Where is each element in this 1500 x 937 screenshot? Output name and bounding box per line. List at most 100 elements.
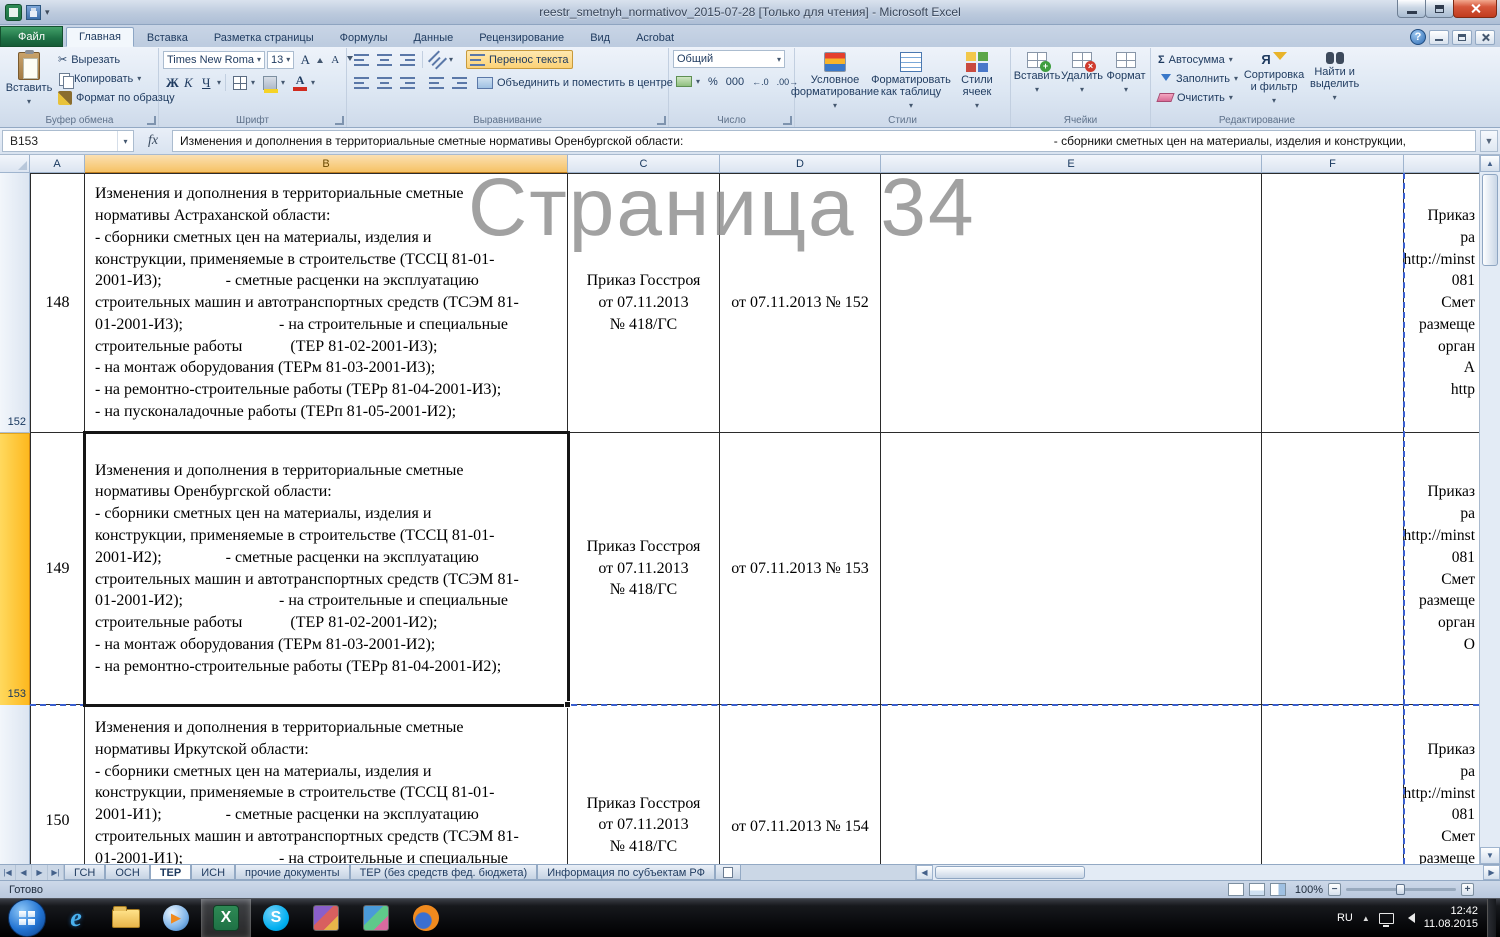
cell-f-150[interactable] xyxy=(1262,705,1404,864)
zoom-level[interactable]: 100% xyxy=(1291,884,1323,896)
sort-filter-button[interactable]: Я Сортировка и фильтр ▾ xyxy=(1243,50,1305,109)
tab-data[interactable]: Данные xyxy=(400,28,466,47)
show-hidden-icons-icon[interactable]: ▲ xyxy=(1362,914,1370,923)
accounting-format-button[interactable]: ▾ xyxy=(673,72,703,91)
cell-a-149[interactable]: 149 xyxy=(30,433,85,705)
select-all-corner[interactable] xyxy=(0,155,30,173)
cell-g-149[interactable]: Приказ ра http://minst 081 Смет размеще … xyxy=(1404,433,1479,705)
vertical-scrollbar[interactable]: ▲ ▼ xyxy=(1479,155,1500,864)
cell-styles-button[interactable]: Стили ячеек ▾ xyxy=(951,50,1003,114)
tab-formulas[interactable]: Формулы xyxy=(327,28,401,47)
last-sheet-button[interactable]: ▶| xyxy=(48,865,64,880)
number-format-combo[interactable]: Общий ▾ xyxy=(673,50,785,68)
workbook-minimize-button[interactable] xyxy=(1429,30,1449,45)
taskbar-media-player-button[interactable]: ▶ xyxy=(151,899,201,937)
cell-f-149[interactable] xyxy=(1262,433,1404,705)
sheet-tab-region-info[interactable]: Информация по субъектам РФ xyxy=(537,865,715,880)
workbook-restore-button[interactable] xyxy=(1452,30,1472,45)
find-select-button[interactable]: Найти и выделить ▾ xyxy=(1307,50,1362,106)
column-header-c[interactable]: C xyxy=(568,155,720,173)
tab-review[interactable]: Рецензирование xyxy=(466,28,577,47)
normal-view-button[interactable] xyxy=(1228,883,1244,896)
qat-dropdown-icon[interactable]: ▾ xyxy=(45,7,50,18)
zoom-slider[interactable] xyxy=(1346,888,1456,891)
row-header-selected[interactable] xyxy=(0,433,30,705)
sheet-tab-osn[interactable]: ОСН xyxy=(105,865,149,880)
fill-color-button[interactable]: ▾ xyxy=(260,73,288,92)
taskbar-skype-button[interactable]: S xyxy=(251,899,301,937)
autosum-button[interactable]: Σ Автосумма ▾ xyxy=(1155,50,1241,69)
scroll-down-icon[interactable]: ▼ xyxy=(1480,847,1500,864)
chevron-down-icon[interactable]: ▾ xyxy=(217,78,221,87)
taskbar-excel-button[interactable]: X xyxy=(201,899,251,937)
prev-sheet-button[interactable]: ◀ xyxy=(16,865,32,880)
scroll-right-icon[interactable]: ▶ xyxy=(1483,865,1500,880)
taskbar-clock[interactable]: 12:42 11.08.2015 xyxy=(1424,905,1478,931)
tab-insert[interactable]: Вставка xyxy=(134,28,201,47)
zoom-slider-thumb[interactable] xyxy=(1396,884,1405,895)
font-size-combo[interactable]: 13 ▾ xyxy=(267,51,294,69)
taskbar-firefox-button[interactable] xyxy=(401,899,451,937)
first-sheet-button[interactable]: |◀ xyxy=(0,865,16,880)
align-center-button[interactable] xyxy=(374,73,395,92)
show-desktop-button[interactable] xyxy=(1487,899,1496,937)
taskbar-explorer-button[interactable] xyxy=(101,899,151,937)
column-header-g[interactable] xyxy=(1404,155,1479,173)
italic-button[interactable]: К xyxy=(181,73,197,92)
tab-page-layout[interactable]: Разметка страницы xyxy=(201,28,327,47)
bold-button[interactable]: Ж xyxy=(163,73,179,92)
increase-indent-button[interactable] xyxy=(449,73,470,92)
align-bottom-button[interactable] xyxy=(397,50,418,69)
cell-e-148[interactable] xyxy=(881,173,1262,433)
name-box[interactable]: B153 ▾ xyxy=(2,130,134,152)
dialog-launcher-icon[interactable] xyxy=(657,116,666,125)
underline-button[interactable]: Ч xyxy=(199,73,215,92)
column-header-d[interactable]: D xyxy=(720,155,881,173)
workbook-close-button[interactable] xyxy=(1475,30,1495,45)
next-sheet-button[interactable]: ▶ xyxy=(32,865,48,880)
fill-button[interactable]: Заполнить ▾ xyxy=(1155,69,1241,88)
paste-button[interactable]: Вставить ▾ xyxy=(5,50,53,110)
insert-function-button[interactable]: fx xyxy=(138,130,168,152)
cell-c-150[interactable]: Приказ Госстроя от 07.11.2013 № 418/ГС xyxy=(568,705,720,864)
page-break-view-button[interactable] xyxy=(1270,883,1286,896)
dialog-launcher-icon[interactable] xyxy=(783,116,792,125)
cell-g-148[interactable]: Приказ ра http://minst 081 Смет размеще … xyxy=(1404,173,1479,433)
sheet-tab-ter[interactable]: ТЕР xyxy=(150,865,191,880)
dialog-launcher-icon[interactable] xyxy=(147,116,156,125)
sheet-tab-other-docs[interactable]: прочие документы xyxy=(235,865,350,880)
column-header-e[interactable]: E xyxy=(881,155,1262,173)
cell-a-148[interactable]: 148 xyxy=(30,173,85,433)
cell-a-150[interactable]: 150 xyxy=(30,705,85,864)
sheet-tab-ter-no-fed[interactable]: ТЕР (без средств фед. бюджета) xyxy=(350,865,538,880)
insert-worksheet-button[interactable] xyxy=(715,865,741,880)
formula-input[interactable]: Изменения и дополнения в территориальные… xyxy=(172,130,1476,152)
cell-b-148[interactable]: Изменения и дополнения в территориальные… xyxy=(85,173,568,433)
format-as-table-button[interactable]: Форматировать как таблицу ▾ xyxy=(873,50,949,114)
row-header-152[interactable]: 152 xyxy=(0,416,26,428)
align-top-button[interactable] xyxy=(351,50,372,69)
language-indicator[interactable]: RU xyxy=(1337,912,1353,924)
cell-b-150[interactable]: Изменения и дополнения в территориальные… xyxy=(85,705,568,864)
font-name-combo[interactable]: Times New Roma ▾ xyxy=(163,51,265,69)
wrap-text-button[interactable]: Перенос текста xyxy=(466,50,573,69)
column-header-b[interactable]: B xyxy=(85,155,568,173)
minimize-button[interactable] xyxy=(1397,0,1426,18)
vertical-scroll-thumb[interactable] xyxy=(1482,174,1498,266)
scroll-up-icon[interactable]: ▲ xyxy=(1480,155,1500,172)
cell-g-150[interactable]: Приказ ра http://minst 081 Смет размеще xyxy=(1404,705,1479,864)
volume-tray-icon[interactable] xyxy=(1403,913,1415,923)
tab-file[interactable]: Файл xyxy=(0,26,63,47)
merge-center-button[interactable]: Объединить и поместить в центре ▾ xyxy=(474,73,684,92)
cell-c-149[interactable]: Приказ Госстроя от 07.11.2013 № 418/ГС xyxy=(568,433,720,705)
zoom-in-button[interactable]: + xyxy=(1461,883,1474,896)
cell-f-148[interactable] xyxy=(1262,173,1404,433)
increase-decimal-button[interactable]: ←.0 xyxy=(749,72,772,91)
align-right-button[interactable] xyxy=(397,73,418,92)
zoom-out-button[interactable]: − xyxy=(1328,883,1341,896)
taskbar-ie-button[interactable]: e xyxy=(51,899,101,937)
horizontal-scroll-thumb[interactable] xyxy=(935,866,1085,879)
decrease-indent-button[interactable] xyxy=(426,73,447,92)
help-icon[interactable]: ? xyxy=(1410,29,1426,45)
row-header-153[interactable]: 153 xyxy=(0,688,26,700)
